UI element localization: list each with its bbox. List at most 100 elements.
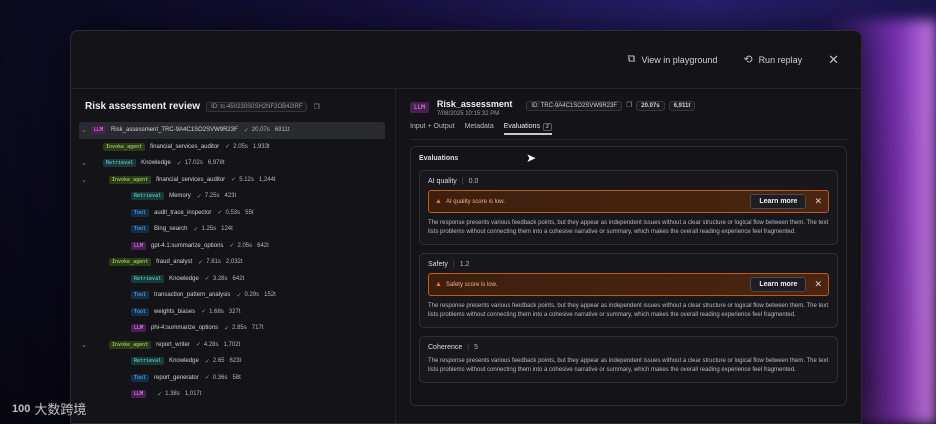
dismiss-alert-icon[interactable]: ✕ bbox=[814, 196, 822, 207]
tree-row[interactable]: Tool Bing_search ✓ 1.25s 124t bbox=[79, 221, 395, 238]
tree-row[interactable]: Retrieval Knowledge ✓ 2.65 623t bbox=[79, 353, 395, 370]
tree-row[interactable]: ⌄ Invoke_agent financial_services_auditor ✓… bbox=[79, 172, 395, 189]
span-duration: 5.12s bbox=[239, 176, 254, 183]
check-circle-icon: ✓ bbox=[224, 325, 230, 332]
span-duration: 1.68s bbox=[209, 308, 224, 315]
dismiss-alert-icon[interactable]: ✕ bbox=[814, 279, 822, 290]
close-icon[interactable]: ✕ bbox=[828, 52, 839, 68]
evaluation-score: 0.0 bbox=[468, 178, 479, 185]
span-tokens: 124t bbox=[221, 226, 233, 233]
tree-row[interactable]: Tool audit_trace_inspector ✓ 0.53s 55t bbox=[79, 205, 395, 222]
tree-row[interactable]: ⌄ LLM Risk_assessment_TRC-9A4C1SO2SVW9R23F… bbox=[79, 122, 385, 139]
span-duration: 7.25s bbox=[204, 193, 220, 200]
span-duration: 17.02s bbox=[184, 160, 203, 167]
span-tokens: 423t bbox=[224, 193, 237, 200]
evaluation-card-coherence: Coherence | 5 The response presents vari… bbox=[419, 336, 838, 383]
span-name: Knowledge bbox=[169, 275, 199, 282]
tree-row[interactable]: Invoke_agent fraud_analyst ✓ 7.81s 2,032t bbox=[79, 254, 395, 271]
span-name: weights_biases bbox=[154, 308, 196, 315]
span-tokens: 327t bbox=[228, 308, 241, 315]
span-type-tag: LLM bbox=[131, 324, 147, 333]
copy-icon[interactable]: ❐ bbox=[626, 101, 632, 111]
tree-row[interactable]: Tool report_generator ✓ 0.36s 58t bbox=[79, 370, 395, 387]
tree-row[interactable]: LLM ✓ 1.38s 1,017t bbox=[79, 386, 395, 403]
chevron-down-icon[interactable]: ⌄ bbox=[81, 159, 89, 167]
low-score-alert: ▲ Safety score is low. Learn more ✕ bbox=[428, 273, 829, 296]
tab-evaluations[interactable]: Evaluations 2 bbox=[503, 123, 552, 135]
chevron-down-icon[interactable]: ⌄ bbox=[81, 126, 89, 134]
learn-more-button[interactable]: Learn more bbox=[750, 277, 807, 292]
span-tokens: 152t bbox=[264, 292, 276, 299]
span-name: fraud_analyst bbox=[156, 259, 193, 266]
span-id-chip[interactable]: ID: TRC-9A4C1SO2SVW9R23F bbox=[526, 101, 622, 111]
evaluation-name: Safety bbox=[428, 261, 448, 268]
tree-row[interactable]: Retrieval Knowledge ✓ 3.28s 642t bbox=[79, 271, 395, 288]
tree-row[interactable]: Tool weights_biases ✓ 1.68s 327t bbox=[79, 304, 395, 321]
tree-row[interactable]: LLM phi-4:summarize_options ✓ 2.85s 717t bbox=[79, 320, 395, 337]
span-tokens: 55t bbox=[245, 209, 254, 216]
tree-row[interactable]: ⌄ Retrieval Knowledge ✓ 17.02s 6,978t bbox=[79, 155, 395, 172]
evaluations-heading: Evaluations bbox=[419, 155, 459, 162]
low-score-alert: ▲ AI quality score is low. Learn more ✕ bbox=[428, 190, 829, 213]
span-type-tag: Retrieval bbox=[131, 357, 165, 366]
span-type-tag: Retrieval bbox=[103, 159, 137, 168]
tab-metadata[interactable]: Metadata bbox=[465, 123, 494, 135]
trace-tree-panel: Risk assessment review ID: tc-450230S0SH… bbox=[71, 89, 396, 423]
span-tokens: 1,244t bbox=[258, 176, 276, 183]
span-type-tag: Tool bbox=[131, 208, 150, 217]
span-duration: 2.85s bbox=[232, 325, 247, 332]
check-circle-icon: ✓ bbox=[198, 259, 204, 266]
check-circle-icon: ✓ bbox=[196, 193, 202, 200]
span-duration: 4.28s bbox=[203, 341, 219, 348]
span-name: gpt-4.1:summarize_options bbox=[151, 242, 224, 249]
llm-badge: LLM bbox=[410, 102, 429, 113]
span-duration: 1.38s bbox=[165, 391, 180, 398]
watermark: 100 大数跨境 bbox=[12, 399, 86, 418]
tree-row[interactable]: LLM gpt-4.1:summarize_options ✓ 2.05s 642t bbox=[79, 238, 395, 255]
span-type-tag: Tool bbox=[131, 225, 150, 234]
playground-icon: ⧉ bbox=[627, 53, 636, 65]
copy-icon[interactable]: ❐ bbox=[313, 103, 319, 111]
check-circle-icon: ✓ bbox=[204, 358, 210, 365]
run-replay-button[interactable]: ⟲ Run replay bbox=[743, 53, 802, 66]
chevron-down-icon[interactable]: ⌄ bbox=[81, 341, 89, 349]
trace-id-chip[interactable]: ID: tc-450230S0SH2NF2OB42IRF bbox=[206, 101, 308, 112]
check-circle-icon: ✓ bbox=[204, 375, 210, 382]
span-type-tag: Invoke_agent bbox=[109, 175, 152, 184]
check-circle-icon: ✓ bbox=[193, 226, 199, 233]
tree-row[interactable]: ⌄ Invoke_agent report_writer ✓ 4.28s 1,702t bbox=[79, 337, 395, 354]
detail-tabs: Input + Output Metadata Evaluations 2 bbox=[410, 123, 847, 140]
evaluation-card-safety: Safety | 1.2 ▲ Safety score is low. Learn… bbox=[419, 253, 838, 328]
span-type-tag: Retrieval bbox=[131, 274, 165, 283]
tree-row[interactable]: Invoke_agent financial_services_auditor ✓ 2… bbox=[79, 139, 395, 156]
chevron-down-icon[interactable]: ⌄ bbox=[81, 176, 89, 184]
span-duration: 2.05s bbox=[237, 242, 253, 249]
view-in-playground-button[interactable]: ⧉ View in playground bbox=[628, 53, 718, 66]
learn-more-button[interactable]: Learn more bbox=[750, 194, 807, 209]
span-type-tag: Invoke_agent bbox=[103, 142, 146, 151]
span-tokens: 6911t bbox=[274, 127, 290, 134]
tab-input-output[interactable]: Input + Output bbox=[410, 123, 455, 135]
span-timestamp: 7/08/2025 10:15:32 PM bbox=[436, 111, 500, 117]
mouse-cursor-icon: ➤ bbox=[526, 151, 537, 165]
span-title: Risk_assessment bbox=[436, 99, 513, 109]
check-circle-icon: ✓ bbox=[195, 342, 201, 349]
span-duration: 0.29s bbox=[244, 292, 260, 299]
tokens-chip: 6,911t bbox=[668, 101, 696, 111]
span-name: audit_trace_inspector bbox=[154, 209, 212, 216]
details-panel: LLM Risk_assessment 7/08/2025 10:15:32 P… bbox=[396, 89, 861, 423]
span-name: financial_services_auditor bbox=[156, 176, 226, 183]
span-duration: 1.25s bbox=[201, 226, 217, 233]
span-duration: 7.81s bbox=[206, 259, 221, 266]
span-tokens: 717t bbox=[251, 325, 264, 332]
check-circle-icon: ✓ bbox=[217, 210, 223, 217]
tree-row[interactable]: Tool transaction_pattern_analysis ✓ 0.29s 15… bbox=[79, 287, 395, 304]
span-name: Memory bbox=[169, 193, 191, 200]
span-name: transaction_pattern_analysis bbox=[154, 292, 231, 299]
span-duration: 2.65 bbox=[212, 358, 225, 365]
span-tokens: 1,017t bbox=[184, 391, 202, 398]
watermark-text: 大数跨境 bbox=[34, 402, 87, 417]
tree-row[interactable]: Retrieval Memory ✓ 7.25s 423t bbox=[79, 188, 395, 205]
evaluation-score: 1.2 bbox=[459, 261, 470, 268]
warning-icon: ▲ bbox=[435, 198, 442, 205]
